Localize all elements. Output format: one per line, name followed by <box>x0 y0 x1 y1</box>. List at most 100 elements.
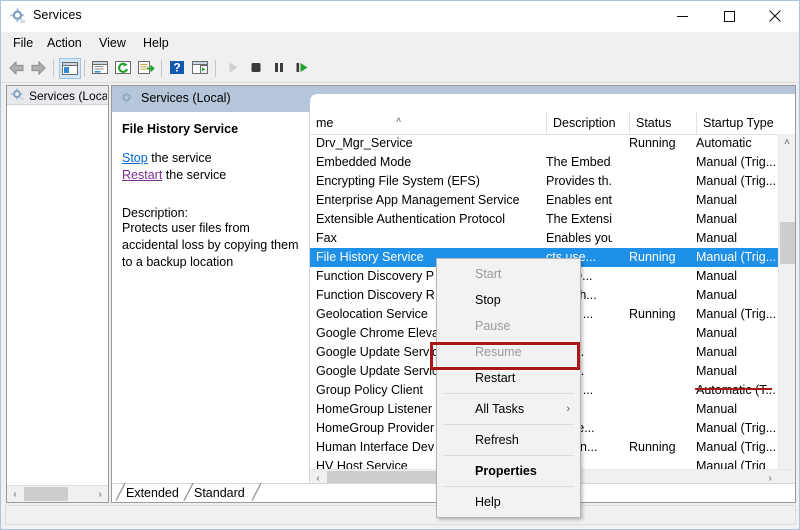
tree-root-item[interactable]: Services (Loca <box>7 86 108 105</box>
cell-status: Running <box>629 307 676 321</box>
column-header-name[interactable]: me <box>310 112 546 134</box>
list-vertical-scrollbar[interactable]: ˄ ˅ <box>778 134 795 486</box>
cell-startup-type: Automatic <box>696 136 752 150</box>
table-row[interactable]: Fax Enables you... Manual <box>310 229 778 248</box>
sort-ascending-icon: ˄ <box>396 115 402 125</box>
status-bar <box>5 505 796 525</box>
forward-icon[interactable] <box>28 58 50 79</box>
column-header-startup-type[interactable]: Startup Type <box>696 112 778 134</box>
cell-description: The Extensi... <box>546 212 612 226</box>
tab-extended[interactable]: Extended <box>126 484 179 502</box>
stop-service-link-row[interactable]: Stop the service <box>122 150 301 167</box>
table-row[interactable]: Enterprise App Management Service Enables… <box>310 191 778 210</box>
cell-description: The Embed... <box>546 155 612 169</box>
cell-startup-type: Manual <box>696 364 737 378</box>
cell-name: Drv_Mgr_Service <box>316 136 413 150</box>
start-service-icon[interactable] <box>223 58 245 79</box>
column-header-status[interactable]: Status <box>629 112 696 134</box>
toolbar-separator <box>84 60 85 77</box>
context-menu-item-properties[interactable]: Properties <box>437 458 580 484</box>
context-menu-item-all-tasks-label: All Tasks <box>475 402 525 416</box>
cell-startup-type: Manual <box>696 402 737 416</box>
tree-scroll-left-button[interactable]: ‹ <box>7 486 23 502</box>
column-header-description[interactable]: Description <box>546 112 629 134</box>
cell-startup-type: Manual <box>696 288 737 302</box>
cell-name: Embedded Mode <box>316 155 412 169</box>
context-menu-item-all-tasks[interactable]: All Tasks › <box>437 396 580 422</box>
tree-horizontal-scrollbar[interactable]: ‹ › <box>7 485 108 502</box>
menu-view[interactable]: View <box>94 35 131 52</box>
vertical-scroll-thumb[interactable] <box>780 222 795 264</box>
stop-service-link[interactable]: Stop <box>122 151 148 165</box>
services-window: Services File Action View Help ? Service… <box>0 0 800 530</box>
tab-divider: ╱ <box>116 484 126 501</box>
context-menu-item-stop[interactable]: Stop <box>437 287 580 313</box>
tab-divider: ╱ <box>252 484 262 501</box>
description-label: Description: <box>122 206 188 220</box>
context-menu-item-restart[interactable]: Restart <box>437 365 580 391</box>
context-menu-item-start: Start <box>475 267 502 281</box>
tab-standard[interactable]: Standard <box>194 484 245 502</box>
table-row[interactable]: Embedded Mode The Embed... Manual (Trig... <box>310 153 778 172</box>
tab-divider: ╱ <box>184 484 194 501</box>
tree-scroll-right-button[interactable]: › <box>92 486 108 502</box>
selected-service-title: File History Service <box>122 122 239 136</box>
maximize-button[interactable] <box>706 1 752 31</box>
context-menu-separator <box>443 455 574 456</box>
cell-startup-type: Manual <box>696 326 737 340</box>
cell-name: Enterprise App Management Service <box>316 193 520 207</box>
restart-service-link-row[interactable]: Restart the service <box>122 167 301 184</box>
tree-scroll-thumb[interactable] <box>24 487 68 501</box>
stop-service-icon[interactable] <box>246 58 268 79</box>
table-row[interactable]: Drv_Mgr_Service Running Automatic <box>310 134 778 153</box>
context-menu-separator <box>443 486 574 487</box>
back-icon[interactable] <box>6 58 28 79</box>
window-title: Services <box>33 8 82 22</box>
pause-service-icon[interactable] <box>269 58 291 79</box>
context-menu-item-pause: Pause <box>475 319 511 333</box>
tree-root-label: Services (Loca <box>29 89 107 103</box>
menu-action[interactable]: Action <box>42 35 87 52</box>
console-header: Services (Local) <box>112 86 795 112</box>
cell-status: Running <box>629 440 676 454</box>
export-list-icon[interactable] <box>136 58 158 79</box>
help-icon[interactable]: ? <box>167 58 189 79</box>
context-menu-item-help[interactable]: Help <box>437 489 580 515</box>
toolbar-separator <box>53 60 54 77</box>
cell-startup-type: Manual (Trig... <box>696 421 776 435</box>
cell-startup-type: Manual <box>696 193 737 207</box>
context-menu-separator <box>443 393 574 394</box>
close-button[interactable] <box>752 1 798 31</box>
description-text: Protects user files from accidental loss… <box>122 221 299 269</box>
cell-startup-type: Manual <box>696 345 737 359</box>
minimize-button[interactable] <box>659 1 705 31</box>
context-menu-item-refresh[interactable]: Refresh <box>437 427 580 453</box>
console-tab-shape <box>310 94 795 112</box>
table-row[interactable]: Encrypting File System (EFS) Provides th.… <box>310 172 778 191</box>
cell-startup-type: Manual (Trig... <box>696 155 776 169</box>
toolbar-separator <box>215 60 216 77</box>
table-row[interactable]: Extensible Authentication Protocol The Ex… <box>310 210 778 229</box>
show-hide-console-tree-icon[interactable] <box>59 58 81 79</box>
stop-service-link-suffix: the service <box>147 151 212 165</box>
context-menu-separator <box>443 424 574 425</box>
cell-description: Enables you... <box>546 231 612 245</box>
toolbar: ? <box>1 54 799 83</box>
restart-service-link[interactable]: Restart <box>122 168 162 182</box>
menu-help[interactable]: Help <box>138 35 174 52</box>
cell-startup-type: Manual <box>696 231 737 245</box>
chevron-right-icon: › <box>566 403 570 415</box>
properties-icon[interactable] <box>90 58 112 79</box>
menu-file[interactable]: File <box>8 35 38 52</box>
list-header: me ˄ Description Status Startup Type <box>310 112 795 135</box>
refresh-icon[interactable] <box>113 58 135 79</box>
cell-description: Provides th... <box>546 174 612 188</box>
cell-name: Fax <box>316 231 337 245</box>
svg-text:?: ? <box>173 61 180 75</box>
scroll-up-button[interactable]: ˄ <box>779 134 795 151</box>
services-pane: Services (Local) File History Service St… <box>111 85 796 518</box>
services-gear-icon <box>10 8 27 25</box>
show-action-pane-icon[interactable] <box>190 58 212 79</box>
restart-service-icon[interactable] <box>292 58 314 79</box>
service-context-menu[interactable]: Start Stop Pause Resume Restart All Task… <box>436 258 581 518</box>
